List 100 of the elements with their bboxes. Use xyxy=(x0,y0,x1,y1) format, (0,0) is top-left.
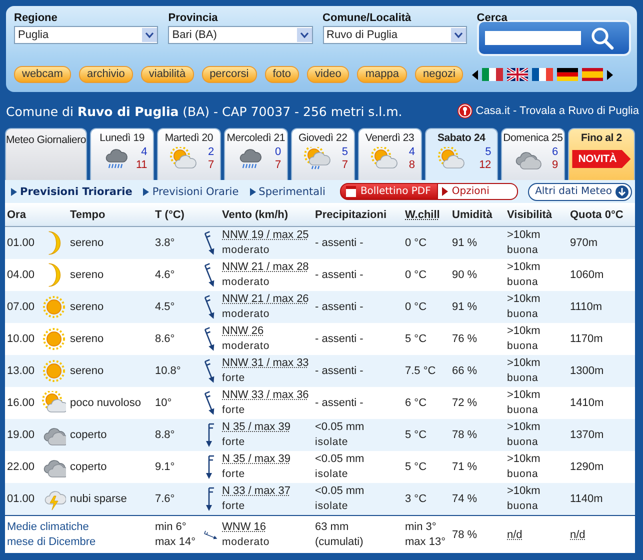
keyhole-icon xyxy=(456,103,473,119)
precipitation-amount: 63 mm xyxy=(315,520,350,534)
column-header: Tempo xyxy=(69,208,106,220)
time-cell-text: 10.00 xyxy=(6,333,36,345)
day-tab[interactable]: Venerdì 23 4 8 xyxy=(358,128,422,180)
day-tab[interactable]: Meteo Giornaliero xyxy=(5,128,88,180)
dropdown[interactable]: Bari (BA) xyxy=(168,26,313,44)
wind-speed: NNW 19 / max 25 xyxy=(222,228,310,243)
wind-chill-cell-text: 0 °C xyxy=(404,269,428,281)
nav-button[interactable]: foto xyxy=(264,66,300,83)
precipitation-note: (cumulati) xyxy=(315,534,364,550)
nav-button[interactable]: negozi xyxy=(414,66,464,83)
visibility-note: buona xyxy=(507,275,540,290)
temperature-cell-text: 8.8° xyxy=(154,429,176,441)
visibility-note: buona xyxy=(507,339,540,354)
precipitation-note: isolate xyxy=(315,499,350,514)
view-link[interactable]: Previsioni Triorarie xyxy=(11,186,132,198)
precipitation-note: isolate xyxy=(315,435,350,450)
wind-arrow-icon xyxy=(205,486,217,512)
humidity-cell-text: 78 % xyxy=(451,429,478,441)
time-cell-text: 13.00 xyxy=(6,365,36,377)
column-header: W.chill xyxy=(404,208,441,220)
wind-strength: moderato xyxy=(222,534,271,550)
right-arrow-icon[interactable] xyxy=(607,70,613,80)
day-tab[interactable]: Mercoledì 21 0 7 xyxy=(224,128,288,180)
search-field[interactable] xyxy=(484,31,581,45)
wind-chill-cell-text: 0 °C xyxy=(404,237,428,249)
visibility-distance: >10km xyxy=(507,356,542,371)
options-button[interactable]: Opzioni xyxy=(438,183,518,200)
wind-strength: moderato xyxy=(222,275,271,290)
precipitation-amount: <0.05 mm xyxy=(315,452,366,467)
dropdown[interactable]: Ruvo di Puglia xyxy=(322,26,467,44)
nav-button[interactable]: archivio xyxy=(78,66,133,83)
wind-speed: NNW 31 / max 33 xyxy=(222,356,310,371)
temperature-cell-text: 4.6° xyxy=(154,269,176,281)
min-temperature: min 6° xyxy=(155,520,188,534)
wind-strength: moderato xyxy=(222,339,271,354)
view-link[interactable]: Previsioni Orarie xyxy=(143,186,239,198)
day-tab[interactable]: Fino al 2 NOVITÀ xyxy=(568,128,635,180)
max-temperature: 9 xyxy=(552,159,558,172)
moon-icon xyxy=(48,263,60,287)
visibility-distance: >10km xyxy=(507,388,542,403)
pdf-button[interactable]: Bollettino PDF xyxy=(340,183,438,200)
italian-flag-icon[interactable] xyxy=(482,68,503,81)
nav-button[interactable]: video xyxy=(307,66,350,83)
visibility-distance: >10km xyxy=(507,228,542,243)
climate-label[interactable]: Medie climatiche xyxy=(7,520,153,534)
visibility-distance: >10km xyxy=(507,324,542,339)
view-link[interactable]: Sperimentali xyxy=(250,186,326,198)
search-icon xyxy=(588,26,615,50)
wind-speed: N 35 / max 39 xyxy=(222,452,292,467)
column-header: Visibilità xyxy=(506,208,554,220)
wind-strength: forte xyxy=(222,499,246,514)
time-cell-text: 22.00 xyxy=(6,461,36,473)
nav-button[interactable]: webcam xyxy=(14,66,71,83)
german-flag-icon[interactable] xyxy=(557,68,578,81)
more-data-button[interactable]: Altri dati Meteo xyxy=(528,182,632,200)
left-arrow-icon[interactable] xyxy=(472,70,478,80)
day-tab[interactable]: Martedì 20 2 7 xyxy=(157,128,221,180)
wind-chill-cell-text: 5 °C xyxy=(404,461,428,473)
freezing-level-cell-text: 1170m xyxy=(569,333,604,345)
wind-speed: N 33 / max 37 xyxy=(222,484,292,499)
freezing-level-cell: n/d xyxy=(570,528,586,540)
precipitation-cell-text: - assenti - xyxy=(314,397,364,409)
max-temperature: 12 xyxy=(479,159,491,172)
day-tab[interactable]: Domenica 25 6 9 xyxy=(500,128,565,180)
wind-speed: NNW 21 / max 26 xyxy=(222,292,310,307)
visibility-distance: >10km xyxy=(507,260,542,275)
max-temperature: max 14° xyxy=(155,534,196,550)
nav-button[interactable]: percorsi xyxy=(202,66,257,83)
french-flag-icon[interactable] xyxy=(532,68,553,81)
british-flag-icon[interactable] xyxy=(507,68,528,81)
sky-cell-text: sereno xyxy=(69,365,105,377)
wind-chill-cell-text: 5 °C xyxy=(404,333,428,345)
min-temperature: 4 xyxy=(141,146,147,159)
dropdown[interactable]: Puglia xyxy=(14,26,158,44)
column-header: T (°C) xyxy=(154,208,186,220)
temperature-cell-text: 8.6° xyxy=(154,333,176,345)
casa-link[interactable]: Casa.it - Trovala a Ruvo di Puglia xyxy=(476,105,639,117)
spanish-flag-icon[interactable] xyxy=(582,68,603,81)
day-tab[interactable]: Giovedì 22 5 7 xyxy=(290,128,355,180)
caret-icon xyxy=(296,28,312,42)
nav-button[interactable]: viabilità xyxy=(140,66,194,83)
column-header: Vento (km/h) xyxy=(221,208,290,220)
sky-cell-text: sereno xyxy=(69,237,105,249)
column-header: Ora xyxy=(6,208,27,220)
column-header: Quota 0°C xyxy=(569,208,624,220)
field-label: Provincia xyxy=(168,12,219,26)
wind-strength: moderato xyxy=(222,243,271,258)
sky-cell-text: sereno xyxy=(69,269,105,281)
day-tab[interactable]: Lunedì 19 4 11 xyxy=(90,128,154,180)
precipitation-cell-text: - assenti - xyxy=(314,237,364,249)
climate-month[interactable]: mese di Dicembre xyxy=(7,534,153,550)
temperature-cell-text: 7.6° xyxy=(154,493,176,505)
field-label: Regione xyxy=(14,12,58,26)
freezing-level-cell-text: 1140m xyxy=(569,493,604,505)
day-tab[interactable]: Sabato 24 5 12 xyxy=(424,128,498,180)
humidity-cell-text: 91 % xyxy=(451,301,478,313)
document-icon xyxy=(345,186,358,197)
nav-button[interactable]: mappa xyxy=(357,66,407,83)
